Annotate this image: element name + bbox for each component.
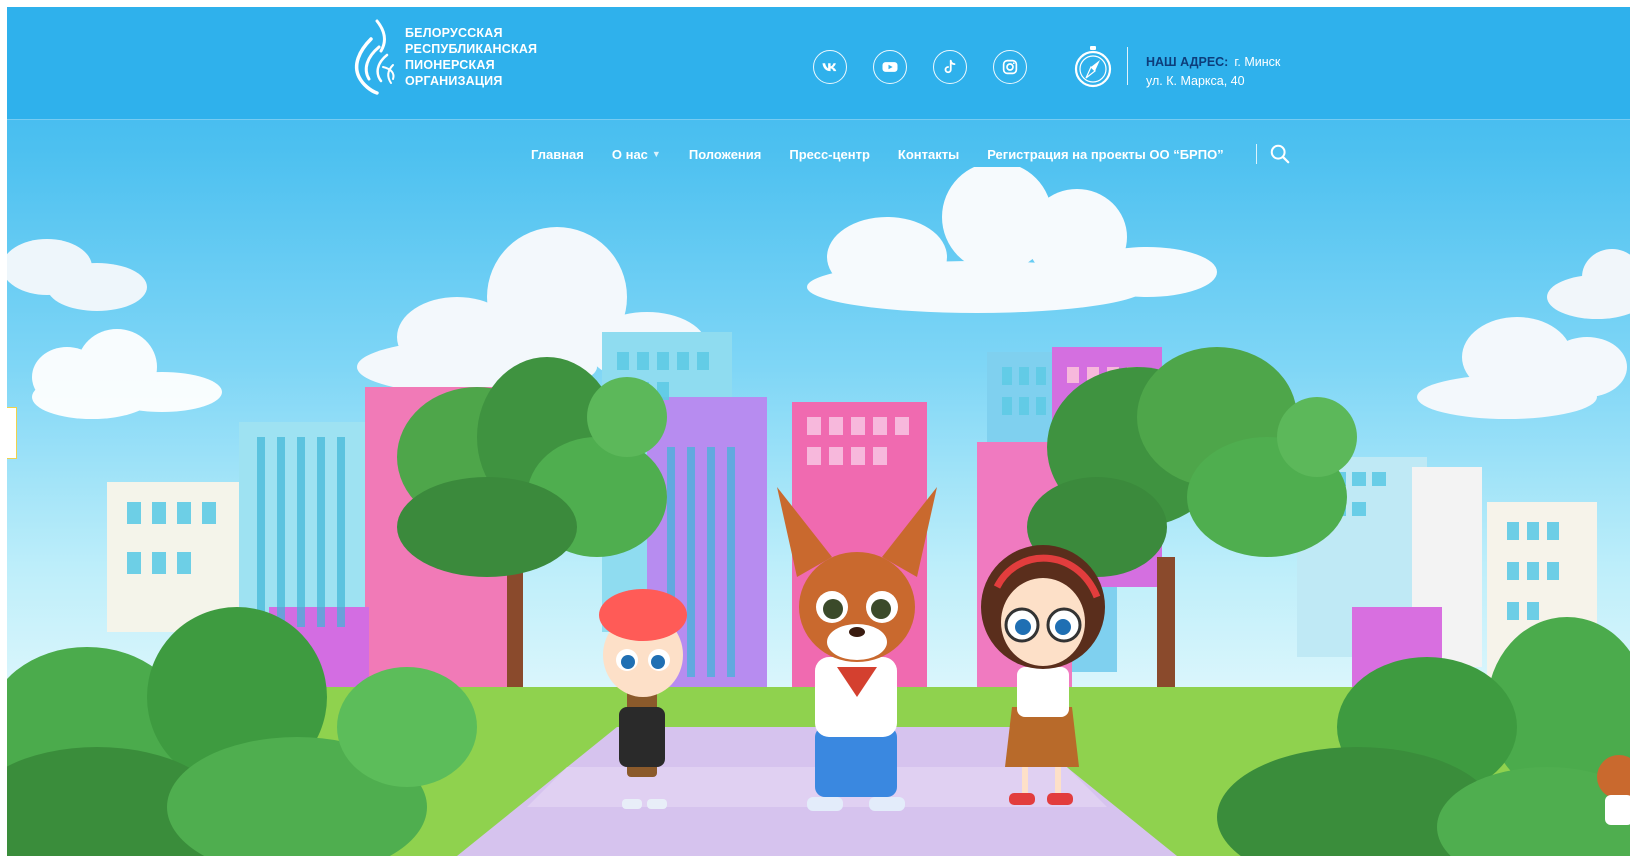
address-street: ул. К. Маркса, 40 — [1146, 74, 1245, 88]
instagram-icon — [1002, 59, 1018, 75]
address-block: НАШ АДРЕС: г. Минск ул. К. Маркса, 40 — [1146, 53, 1280, 91]
nav-item-home[interactable]: Главная — [531, 147, 584, 162]
hero-illustration — [7, 162, 1630, 856]
vk-link[interactable] — [813, 50, 847, 84]
tiktok-icon — [944, 59, 956, 74]
page: БЕЛОРУССКАЯ РЕСПУБЛИКАНСКАЯ ПИОНЕРСКАЯ О… — [7, 7, 1630, 856]
nav-item-press-center[interactable]: Пресс-центр — [789, 147, 870, 162]
nav-item-label: Пресс-центр — [789, 146, 870, 162]
social-links — [813, 50, 1027, 84]
address-label: НАШ АДРЕС: — [1146, 55, 1229, 69]
logo-line: ПИОНЕРСКАЯ — [405, 58, 495, 72]
nav-item-regulations[interactable]: Положения — [689, 147, 762, 162]
tiktok-link[interactable] — [933, 50, 967, 84]
youtube-link[interactable] — [873, 50, 907, 84]
logo-line: ОРГАНИЗАЦИЯ — [405, 74, 503, 88]
vk-icon — [822, 63, 837, 72]
instagram-link[interactable] — [993, 50, 1027, 84]
nav-item-label: Положения — [688, 146, 762, 162]
nav-item-label: Главная — [531, 146, 584, 162]
side-tab[interactable] — [7, 407, 17, 459]
nav-divider — [1255, 144, 1257, 164]
search-icon[interactable] — [1269, 143, 1291, 165]
main-nav: Главная О нас ▼ Положения Пресс-центр Кон… — [531, 143, 1291, 165]
clouds — [7, 162, 1630, 419]
logo-text: БЕЛОРУССКАЯ РЕСПУБЛИКАНСКАЯ ПИОНЕРСКАЯ О… — [405, 25, 537, 89]
nav-item-label: Контакты — [897, 146, 960, 162]
address-city: г. Минск — [1234, 55, 1281, 69]
nav-item-about[interactable]: О нас ▼ — [612, 147, 661, 162]
nav-item-contacts[interactable]: Контакты — [898, 147, 959, 162]
nav-item-label: Регистрация на проекты ОО “БРПО” — [987, 146, 1224, 162]
nav-item-label: О нас — [611, 146, 648, 162]
logo-line: БЕЛОРУССКАЯ — [405, 26, 503, 40]
header-divider — [1127, 47, 1128, 85]
compass-icon — [1074, 46, 1112, 88]
logo-line: РЕСПУБЛИКАНСКАЯ — [405, 42, 538, 56]
youtube-icon — [882, 62, 898, 72]
nav-item-registration[interactable]: Регистрация на проекты ОО “БРПО” — [987, 147, 1223, 162]
chevron-down-icon: ▼ — [651, 149, 661, 159]
flame-logo-icon — [354, 19, 395, 95]
header-bar: БЕЛОРУССКАЯ РЕСПУБЛИКАНСКАЯ ПИОНЕРСКАЯ О… — [7, 7, 1630, 120]
site-logo[interactable]: БЕЛОРУССКАЯ РЕСПУБЛИКАНСКАЯ ПИОНЕРСКАЯ О… — [347, 17, 537, 97]
